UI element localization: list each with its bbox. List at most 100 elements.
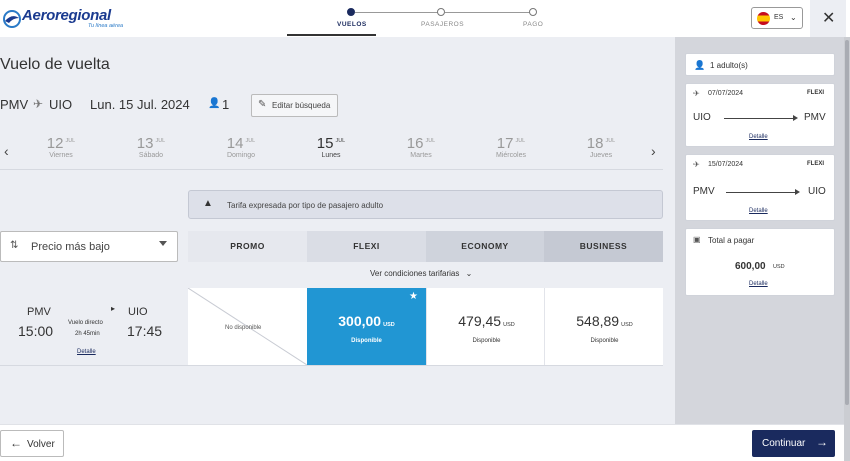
back-button[interactable]: ← Volver bbox=[0, 430, 64, 457]
spain-flag-icon bbox=[757, 12, 770, 25]
edit-search-label: Editar búsqueda bbox=[272, 101, 331, 110]
logo-tagline: Tu línea aérea bbox=[88, 23, 124, 29]
date-month: JUL bbox=[515, 137, 526, 144]
date-option-selected[interactable]: 15 JUL Lunes bbox=[290, 135, 372, 167]
fare-header-promo: PROMO bbox=[188, 231, 307, 262]
booking-stepper: Vuelos Pasajeros Pago bbox=[337, 8, 547, 30]
fare-price: 300,00 USD bbox=[307, 313, 426, 329]
date-option[interactable]: 13 JUL Sábado bbox=[110, 135, 192, 167]
fare-header-business: BUSINESS bbox=[544, 231, 663, 262]
language-code: ES bbox=[774, 14, 784, 21]
step-dot-vuelos bbox=[347, 8, 355, 16]
return-detail-link[interactable]: Detalle bbox=[749, 208, 768, 214]
edit-search-button[interactable]: ✎ Editar búsqueda bbox=[251, 94, 338, 117]
fare-notice-text: Tarifa expresada por tipo de pasajero ad… bbox=[227, 201, 384, 210]
aeroregional-logo[interactable]: Aeroregional Tu línea aérea bbox=[2, 7, 142, 33]
chevron-right-icon[interactable]: › bbox=[651, 143, 656, 159]
warning-icon: ▲ bbox=[203, 198, 213, 209]
flight-destination: UIO bbox=[128, 306, 148, 318]
flight-detail-link[interactable]: Detalle bbox=[77, 349, 96, 355]
flight-depart-time: 15:00 bbox=[18, 323, 54, 339]
arrival-arrow-icon: ▸ bbox=[111, 304, 116, 313]
total-label: Total a pagar bbox=[708, 236, 755, 245]
date-option[interactable]: 16 JUL Martes bbox=[380, 135, 462, 167]
chevron-left-icon[interactable]: ‹ bbox=[4, 143, 9, 159]
language-selector[interactable]: ES ⌄ bbox=[751, 7, 803, 29]
total-currency: USD bbox=[773, 264, 785, 270]
date-weekday: Viernes bbox=[49, 152, 73, 159]
fare-conditions-link[interactable]: Ver condiciones tarifarias ⌄ bbox=[370, 269, 472, 278]
date-day: 15 bbox=[316, 135, 334, 152]
total-amount: 600,00 bbox=[735, 261, 766, 272]
leg-line bbox=[726, 192, 796, 193]
continue-button[interactable]: Continuar → bbox=[752, 430, 835, 457]
fare-price: 548,89 USD bbox=[545, 313, 664, 329]
return-fare: FLEXI bbox=[807, 161, 825, 167]
chevron-down-icon: ⌄ bbox=[465, 269, 473, 278]
date-weekday: Domingo bbox=[226, 152, 255, 159]
date-option[interactable]: 14 JUL Domingo bbox=[200, 135, 282, 167]
date-day: 16 bbox=[406, 135, 424, 152]
total-detail-link[interactable]: Detalle bbox=[749, 281, 768, 287]
step-label-pasajeros: Pasajeros bbox=[421, 21, 465, 28]
flight-origin: PMV bbox=[27, 306, 51, 318]
fare-cell-business[interactable]: 548,89 USD Disponible bbox=[544, 288, 663, 365]
plane-icon: ✈ bbox=[693, 160, 700, 169]
close-button[interactable]: ✕ bbox=[810, 0, 846, 37]
step-label-pago: Pago bbox=[523, 21, 544, 28]
date-weekday: Jueves bbox=[589, 152, 613, 159]
fare-conditions-label: Ver condiciones tarifarias bbox=[370, 269, 460, 278]
date-day: 12 bbox=[46, 135, 64, 152]
date-option[interactable]: 12 JUL Viernes bbox=[20, 135, 102, 167]
summary-passengers: 1 adulto(s) bbox=[710, 61, 748, 70]
date-option[interactable]: 17 JUL Miércoles bbox=[470, 135, 552, 167]
passenger-icon: 👤 bbox=[208, 98, 221, 109]
fare-status: Disponible bbox=[590, 338, 619, 344]
fare-status: Disponible bbox=[472, 338, 501, 344]
outbound-fare: FLEXI bbox=[807, 90, 825, 96]
star-icon: ★ bbox=[409, 291, 418, 302]
page-title: Vuelo de vuelta bbox=[0, 56, 110, 73]
sort-select[interactable]: ⇅ Precio más bajo bbox=[0, 231, 178, 262]
return-to: UIO bbox=[808, 186, 826, 197]
flight-result-row: PMV 15:00 Vuelo directo 2h 45min Detalle… bbox=[0, 288, 663, 365]
date-month: JUL bbox=[245, 137, 256, 144]
chevron-down-icon: ⌄ bbox=[790, 13, 797, 22]
date-day: 17 bbox=[496, 135, 514, 152]
date-weekday: Sábado bbox=[138, 152, 164, 159]
arrow-right-icon bbox=[795, 189, 800, 195]
logo-wordmark: Aeroregional bbox=[22, 7, 111, 24]
fare-cell-promo: No disponible bbox=[188, 288, 307, 365]
date-month: JUL bbox=[335, 137, 346, 144]
fare-currency: USD bbox=[383, 322, 395, 328]
summary-outbound-card: ✈ 07/07/2024 FLEXI UIO PMV Detalle bbox=[685, 83, 835, 147]
date-month: JUL bbox=[425, 137, 436, 144]
date-weekday: Lunes bbox=[321, 152, 341, 159]
plane-icon: ✈ bbox=[33, 97, 44, 111]
outbound-to: PMV bbox=[804, 112, 826, 123]
outbound-detail-link[interactable]: Detalle bbox=[749, 134, 768, 140]
date-option[interactable]: 18 JUL Jueves bbox=[560, 135, 642, 167]
date-month: JUL bbox=[605, 137, 616, 144]
route-destination: UIO bbox=[49, 97, 73, 112]
fare-cell-economy[interactable]: 479,45 USD Disponible bbox=[426, 288, 545, 365]
fare-header-economy: ECONOMY bbox=[426, 231, 544, 262]
summary-total-card: ▣ Total a pagar 600,00 USD Detalle bbox=[685, 228, 835, 296]
date-day: 13 bbox=[136, 135, 154, 152]
scrollbar-thumb[interactable] bbox=[845, 40, 849, 405]
plane-icon: ✈ bbox=[693, 89, 700, 98]
flight-info: PMV 15:00 Vuelo directo 2h 45min Detalle… bbox=[0, 288, 188, 365]
route-origin: PMV bbox=[0, 97, 29, 112]
date-day: 14 bbox=[226, 135, 244, 152]
fare-price-value: 479,45 bbox=[458, 313, 502, 329]
return-date: 15/07/2024 bbox=[708, 161, 744, 168]
date-day: 18 bbox=[586, 135, 604, 152]
fare-notice: ▲ Tarifa expresada por tipo de pasajero … bbox=[188, 190, 663, 219]
flight-duration: 2h 45min bbox=[75, 331, 100, 337]
step-connector bbox=[445, 12, 531, 13]
fare-cell-flexi[interactable]: ★ 300,00 USD Disponible bbox=[307, 288, 426, 365]
top-bar: Aeroregional Tu línea aérea Vuelos Pasaj… bbox=[0, 0, 850, 37]
fare-currency: USD bbox=[621, 322, 633, 328]
step-connector bbox=[355, 12, 441, 13]
fare-price: 479,45 USD bbox=[427, 313, 546, 329]
